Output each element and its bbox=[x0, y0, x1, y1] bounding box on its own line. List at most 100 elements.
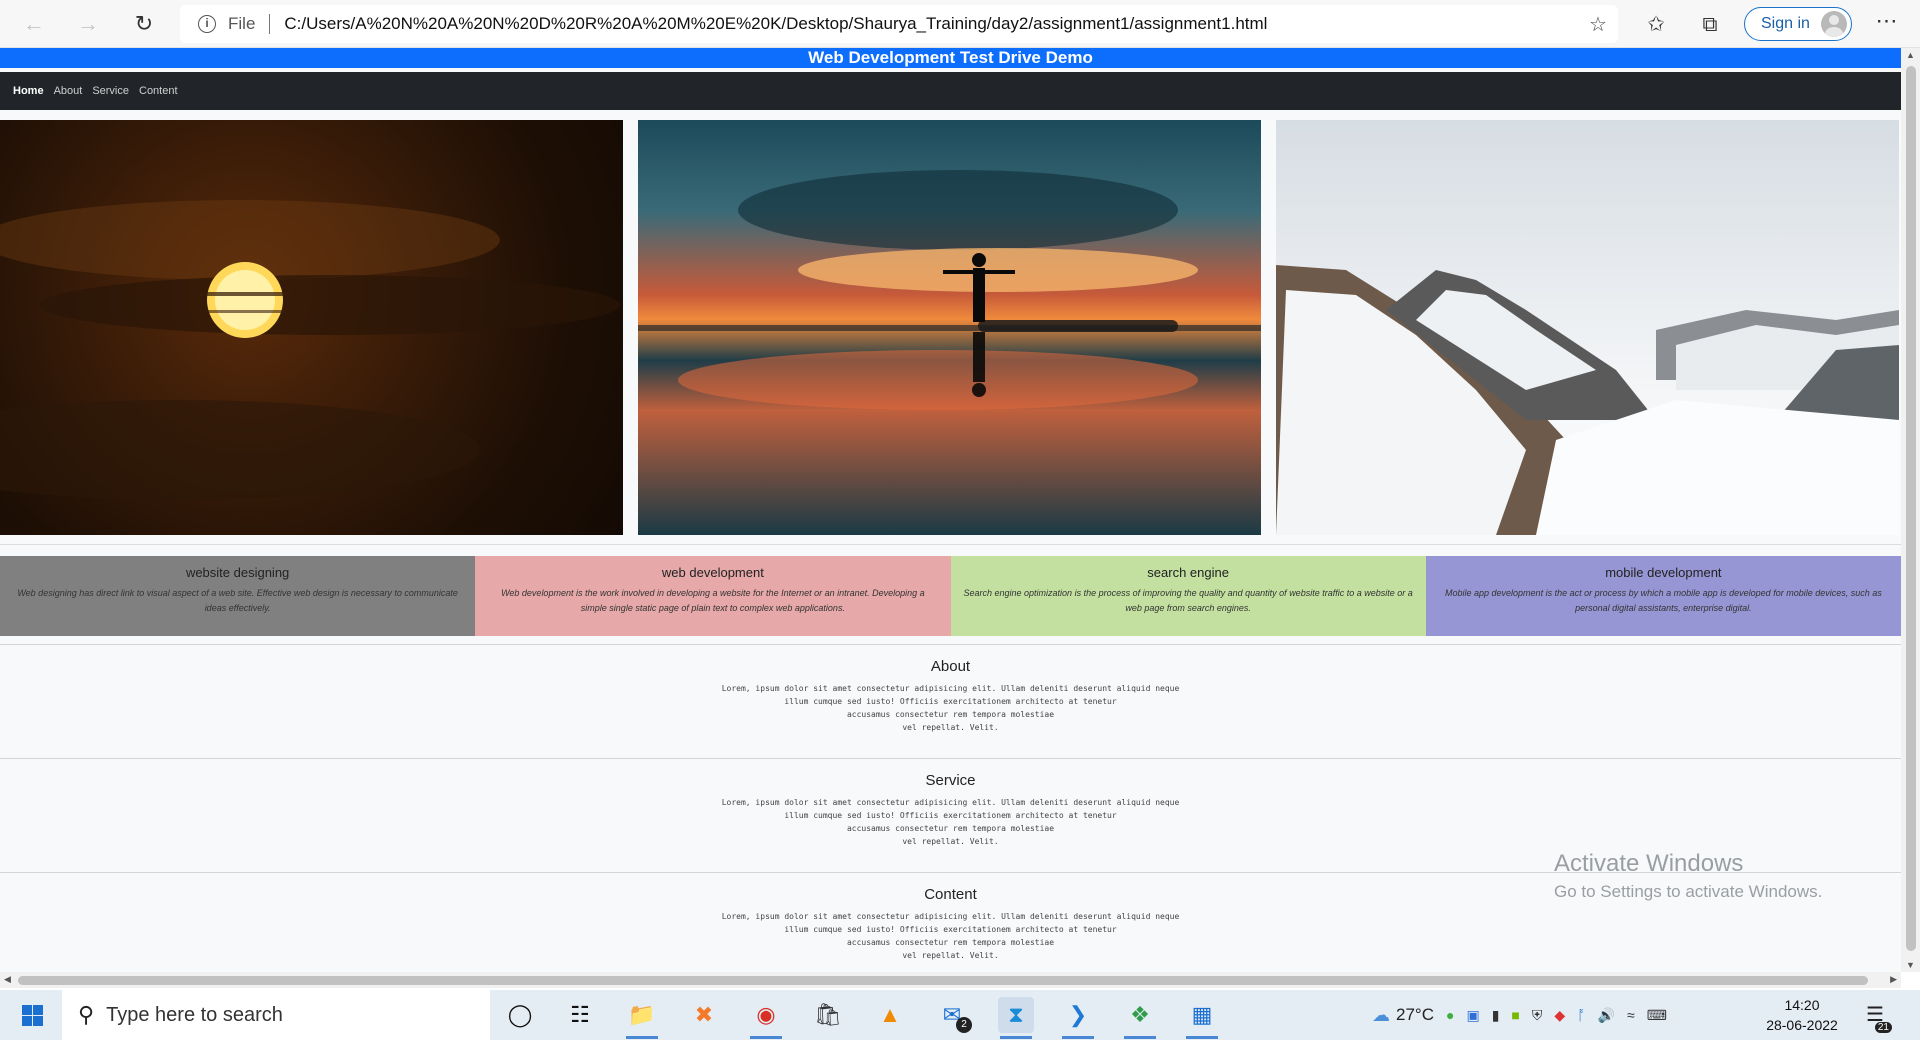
service-description: Mobile app development is the act or pro… bbox=[1445, 588, 1882, 613]
task-view-icon[interactable]: ☷ bbox=[562, 997, 598, 1033]
taskbar-clock[interactable]: 14:20 28-06-2022 bbox=[1762, 995, 1842, 1035]
vertical-scroll-thumb[interactable] bbox=[1906, 66, 1916, 951]
section-title: About bbox=[930, 658, 971, 675]
service-description: Web development is the work involved in … bbox=[501, 588, 925, 613]
section-text-line: vel repellat. Velit. bbox=[902, 837, 999, 846]
refresh-button[interactable]: ↻ bbox=[128, 8, 160, 40]
section-text-line: illum cumque sed iusto! Officiis exercit… bbox=[784, 811, 1117, 820]
nav-link-content[interactable]: Content bbox=[139, 85, 178, 97]
git-app-icon[interactable]: ❖ bbox=[1122, 997, 1158, 1039]
section-text-line: vel repellat. Velit. bbox=[902, 723, 999, 732]
chrome-icon[interactable]: ◉ bbox=[748, 997, 784, 1039]
file-explorer-icon[interactable]: 📁 bbox=[624, 997, 660, 1039]
section-text-line: Lorem, ipsum dolor sit amet consectetur … bbox=[721, 684, 1180, 693]
services-row: website designing Web designing has dire… bbox=[0, 556, 1901, 636]
antivirus-icon[interactable]: ◆ bbox=[1554, 1007, 1565, 1024]
sunset-image bbox=[0, 120, 623, 535]
forward-button[interactable]: → bbox=[72, 8, 104, 40]
section-text-line: accusamus consectetur rem tempora molest… bbox=[846, 824, 1055, 833]
windows-taskbar: ⚲ Type here to search ◯ ☷ 📁 ✖ ◉ 🛍 ▲ ✉ 2 … bbox=[0, 990, 1920, 1040]
nvidia-icon[interactable]: ■ bbox=[1511, 1007, 1519, 1023]
device-icon[interactable]: ▮ bbox=[1492, 1007, 1500, 1024]
mail-badge: 2 bbox=[956, 1017, 972, 1033]
scroll-left-icon[interactable]: ◀ bbox=[4, 974, 11, 985]
nav-link-home[interactable]: Home bbox=[13, 85, 44, 97]
search-placeholder: Type here to search bbox=[106, 1003, 283, 1026]
file-scheme-label: File bbox=[228, 14, 256, 33]
site-banner: Web Development Test Drive Demo bbox=[0, 48, 1901, 68]
browser-toolbar: ← → ↻ i File C:/Users/A%20N%20A%20N%20D%… bbox=[0, 0, 1920, 48]
bluetooth-icon[interactable]: ᚩ bbox=[1577, 1007, 1585, 1023]
activate-windows-watermark: Activate Windows Go to Settings to activ… bbox=[1554, 850, 1822, 902]
edge-icon[interactable]: ⧗ bbox=[998, 997, 1034, 1039]
page-viewport: Web Development Test Drive Demo Home Abo… bbox=[0, 48, 1901, 972]
horizontal-scrollbar[interactable]: ◀ ▶ bbox=[0, 972, 1901, 988]
sign-in-button[interactable]: Sign in bbox=[1744, 7, 1852, 41]
clock-time: 14:20 bbox=[1784, 997, 1820, 1013]
snowy-mountains-image bbox=[1276, 120, 1899, 535]
volume-icon[interactable]: 🔊 bbox=[1598, 1007, 1615, 1024]
service-card-website-designing: website designing Web designing has dire… bbox=[0, 556, 476, 636]
wifi-icon[interactable]: ≈ bbox=[1627, 1007, 1635, 1023]
info-icon[interactable]: i bbox=[198, 15, 216, 33]
weather-temperature[interactable]: 27°C bbox=[1396, 1005, 1434, 1025]
add-favorite-icon[interactable]: ☆ bbox=[1586, 13, 1610, 37]
url-text[interactable]: C:/Users/A%20N%20A%20N%20D%20R%20A%20M%2… bbox=[284, 14, 1267, 34]
store-icon[interactable]: 🛍 bbox=[810, 997, 846, 1033]
start-button[interactable] bbox=[10, 998, 54, 1032]
nav-link-about[interactable]: About bbox=[54, 85, 83, 97]
service-card-search-engine: search engine Search engine optimization… bbox=[950, 556, 1426, 636]
service-title: mobile development bbox=[1605, 565, 1722, 580]
xampp-icon[interactable]: ✖ bbox=[686, 997, 722, 1033]
service-title: web development bbox=[661, 565, 764, 580]
sunset-reflection-image bbox=[638, 120, 1261, 535]
meet-icon[interactable]: ▣ bbox=[1466, 1007, 1479, 1024]
refresh-icon: ↻ bbox=[134, 11, 154, 36]
collections-icon[interactable]: ⧉ bbox=[1697, 12, 1723, 38]
cortana-icon[interactable]: ◯ bbox=[502, 997, 538, 1033]
navbar: Home About Service Content bbox=[0, 72, 1901, 110]
scroll-up-icon[interactable]: ▲ bbox=[1906, 50, 1915, 60]
section-text-line: Lorem, ipsum dolor sit amet consectetur … bbox=[721, 798, 1180, 807]
horizontal-scroll-thumb[interactable] bbox=[18, 976, 1868, 985]
check-shield-icon[interactable]: ● bbox=[1446, 1007, 1454, 1023]
section-text-line: accusamus consectetur rem tempora molest… bbox=[846, 710, 1055, 719]
vertical-scrollbar[interactable]: ▲ ▼ bbox=[1901, 48, 1920, 972]
image-gallery bbox=[0, 120, 1901, 535]
watermark-title: Activate Windows bbox=[1554, 850, 1744, 877]
watermark-subtitle: Go to Settings to activate Windows. bbox=[1554, 882, 1823, 901]
more-options-icon[interactable]: ⋯ bbox=[1874, 10, 1900, 36]
address-bar[interactable]: i File C:/Users/A%20N%20A%20N%20D%20R%20… bbox=[180, 5, 1618, 43]
arrow-right-icon: → bbox=[77, 11, 99, 36]
section-text-line: vel repellat. Velit. bbox=[902, 951, 999, 960]
notification-count: 21 bbox=[1874, 1022, 1892, 1033]
arrow-left-icon: ← bbox=[23, 11, 45, 36]
divider bbox=[0, 758, 1901, 759]
service-description: Search engine optimization is the proces… bbox=[963, 588, 1413, 613]
back-button[interactable]: ← bbox=[18, 8, 50, 40]
notification-icon[interactable]: ☰ 21 bbox=[1866, 1002, 1892, 1033]
mail-icon[interactable]: ✉ 2 bbox=[934, 997, 972, 1033]
photos-icon[interactable]: ▦ bbox=[1184, 997, 1220, 1039]
vscode-icon[interactable]: ❯ bbox=[1060, 997, 1096, 1039]
nav-link-service[interactable]: Service bbox=[92, 85, 129, 97]
scroll-right-icon[interactable]: ▶ bbox=[1890, 974, 1897, 985]
section-title: Service bbox=[925, 772, 976, 789]
weather-icon[interactable]: ☁ bbox=[1372, 1005, 1390, 1026]
security-icon[interactable]: ⛨ bbox=[1532, 1007, 1543, 1024]
service-card-mobile-development: mobile development Mobile app developmen… bbox=[1425, 556, 1901, 636]
about-section: About Lorem, ipsum dolor sit amet consec… bbox=[0, 658, 1901, 734]
keyboard-icon[interactable]: ⌨ bbox=[1647, 1007, 1667, 1024]
service-description: Web designing has direct link to visual … bbox=[17, 588, 458, 613]
scroll-down-icon[interactable]: ▼ bbox=[1906, 960, 1915, 970]
search-icon: ⚲ bbox=[78, 1002, 95, 1027]
section-text-line: illum cumque sed iusto! Officiis exercit… bbox=[784, 697, 1117, 706]
favorites-icon[interactable]: ✩ bbox=[1643, 12, 1669, 38]
section-text-line: accusamus consectetur rem tempora molest… bbox=[846, 938, 1055, 947]
divider bbox=[0, 644, 1901, 645]
avatar bbox=[1821, 11, 1847, 37]
section-text-line: Lorem, ipsum dolor sit amet consectetur … bbox=[721, 912, 1180, 921]
vlc-icon[interactable]: ▲ bbox=[872, 997, 908, 1033]
taskbar-search-box[interactable]: ⚲ Type here to search bbox=[62, 990, 490, 1040]
system-tray: ☁ 27°C ● ▣ ▮ ■ ⛨ ◆ ᚩ 🔊 ≈ ⌨ bbox=[1360, 990, 1667, 1040]
